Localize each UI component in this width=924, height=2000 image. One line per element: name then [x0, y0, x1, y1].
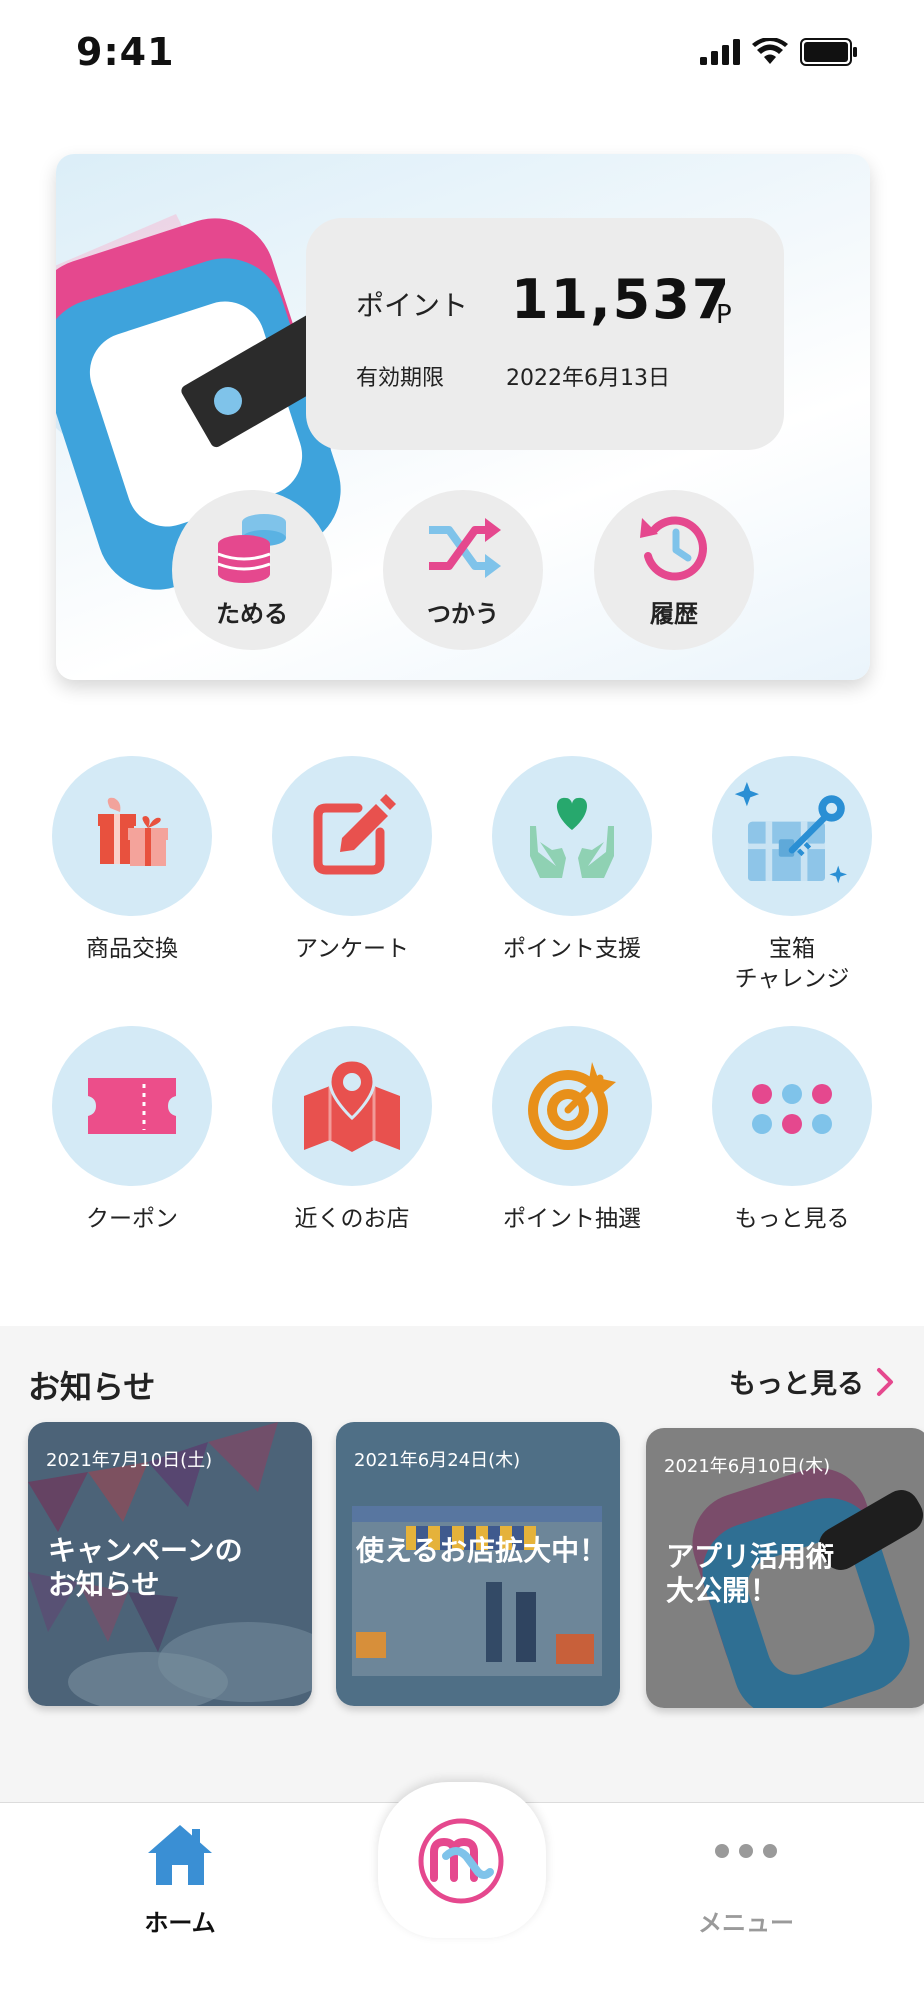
- menu-item-coupon[interactable]: クーポン: [32, 1026, 232, 1256]
- news-card-campaign[interactable]: 2021年7月10日(土) キャンペーンの お知らせ: [28, 1422, 312, 1706]
- points-unit: P: [716, 300, 732, 330]
- news-date: 2021年6月10日(木): [664, 1456, 831, 1477]
- menu-circle: [52, 756, 212, 916]
- menu-label: ポイント抽選: [503, 1206, 641, 1232]
- points-value: 11,537: [511, 268, 732, 331]
- menu-label: ポイント支援: [503, 936, 641, 962]
- edit-icon: [313, 794, 396, 875]
- tab-menu[interactable]: メニュー: [646, 1821, 846, 1941]
- tab-home-label: ホーム: [144, 1909, 216, 1937]
- signal-icon: [700, 39, 740, 65]
- point-card[interactable]: ポイント 11,537 P 有効期限 2022年6月13日 ためる つかう 履歴: [56, 154, 870, 680]
- news-more-link[interactable]: もっと見る: [729, 1362, 894, 1401]
- menu-item-product-exchange[interactable]: 商品交換: [32, 756, 232, 986]
- treasure-chest-icon: [734, 782, 847, 884]
- status-bar: 9:41: [0, 0, 924, 110]
- menu-circle: [492, 756, 652, 916]
- use-points-label: つかう: [427, 600, 499, 628]
- menu-label: 宝箱 チャレンジ: [734, 936, 850, 992]
- ticket-icon: [88, 1078, 176, 1134]
- coin-stack-icon: [217, 514, 286, 583]
- menu-label: アンケート: [294, 936, 410, 962]
- news-section: お知らせ もっと見る 2021年7月10日(土) キャンペーンの お知らせ 20…: [0, 1326, 924, 1804]
- shuffle-icon: [429, 518, 501, 578]
- menu-item-survey[interactable]: アンケート: [252, 756, 452, 986]
- news-headline: アプリ活用術 大公開！: [666, 1540, 835, 1607]
- menu-circle: [52, 1026, 212, 1186]
- news-date: 2021年7月10日(土): [46, 1450, 213, 1471]
- expiry-label: 有効期限: [356, 366, 445, 391]
- use-points-button[interactable]: つかう: [383, 490, 543, 650]
- menu-label: クーポン: [86, 1206, 178, 1232]
- news-card-app-tips[interactable]: 2021年6月10日(木) アプリ活用術 大公開！: [646, 1428, 924, 1708]
- menu-item-treasure-challenge[interactable]: 宝箱 チャレンジ: [692, 756, 892, 992]
- earn-points-button[interactable]: ためる: [172, 490, 332, 650]
- center-app-button[interactable]: [378, 1782, 546, 1938]
- home-icon: [148, 1825, 212, 1885]
- menu-label: 近くのお店: [294, 1206, 410, 1232]
- heart-hands-icon: [530, 797, 614, 878]
- menu-circle: [492, 1026, 652, 1186]
- history-label: 履歴: [650, 600, 698, 628]
- news-headline: キャンペーンの お知らせ: [48, 1534, 243, 1601]
- menu-circle: [712, 756, 872, 916]
- menu-label: 商品交換: [86, 936, 178, 962]
- news-headline: 使えるお店拡大中！: [356, 1534, 608, 1567]
- menu-circle: [272, 1026, 432, 1186]
- menu-item-nearby-stores[interactable]: 近くのお店: [252, 1026, 452, 1256]
- dots-grid-icon: [752, 1084, 832, 1134]
- news-date: 2021年6月24日(木): [354, 1450, 521, 1471]
- gift-icon: [98, 797, 168, 866]
- menu-item-point-lottery[interactable]: ポイント抽選: [472, 1026, 672, 1256]
- battery-icon: [800, 38, 857, 66]
- earn-points-label: ためる: [216, 600, 288, 628]
- points-balance-box: ポイント 11,537 P 有効期限 2022年6月13日: [306, 218, 784, 450]
- menu-item-see-more[interactable]: もっと見る: [692, 1026, 892, 1256]
- target-icon: [528, 1062, 616, 1150]
- menu-item-point-support[interactable]: ポイント支援: [472, 756, 672, 986]
- tab-menu-label: メニュー: [698, 1909, 794, 1937]
- more-horizontal-icon: [715, 1844, 777, 1858]
- menu-circle: [712, 1026, 872, 1186]
- news-card-stores[interactable]: 2021年6月24日(木) 使えるお店拡大中！: [336, 1422, 620, 1706]
- expiry-value: 2022年6月13日: [506, 366, 670, 391]
- news-title: お知らせ: [28, 1368, 156, 1406]
- history-icon: [640, 516, 707, 581]
- menu-circle: [272, 756, 432, 916]
- history-button[interactable]: 履歴: [594, 490, 754, 650]
- wifi-icon: [752, 38, 788, 64]
- points-label: ポイント: [356, 289, 469, 322]
- menu-label: もっと見る: [734, 1206, 850, 1232]
- chevron-right-icon: [877, 1367, 893, 1396]
- status-icons: [700, 38, 858, 66]
- map-pin-icon: [304, 1058, 400, 1152]
- tab-home[interactable]: ホーム: [80, 1821, 280, 1941]
- status-time: 9:41: [76, 30, 175, 74]
- app-logo-icon: [418, 1818, 504, 1904]
- news-more-label: もっと見る: [729, 1369, 864, 1400]
